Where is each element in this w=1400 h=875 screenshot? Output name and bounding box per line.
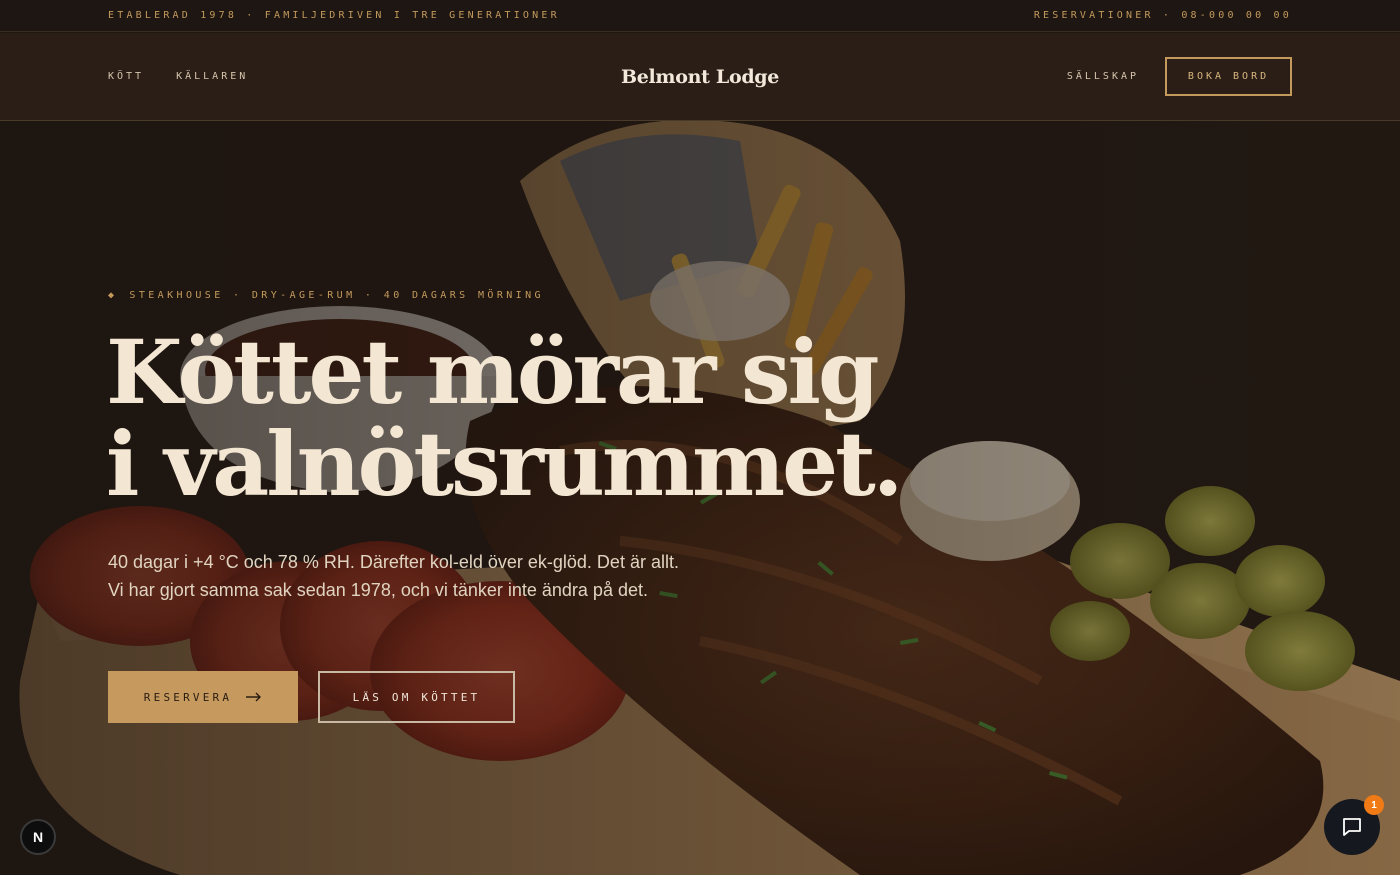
nav-link-kott[interactable]: KÖTT (108, 71, 144, 82)
nav-right: SÄLLSKAP BOKA BORD (779, 57, 1293, 96)
arrow-right-icon (246, 692, 262, 702)
nav-link-sallskap[interactable]: SÄLLSKAP (1067, 71, 1139, 82)
nav-left: KÖTT KÄLLAREN (108, 71, 621, 82)
diamond-icon: ◆ (108, 290, 118, 301)
chat-icon (1343, 818, 1361, 836)
main-nav: KÖTT KÄLLAREN Belmont Lodge SÄLLSKAP BOK… (0, 33, 1400, 121)
established-text: ETABLERAD 1978 · FAMILJEDRIVEN I TRE GEN… (108, 10, 560, 21)
hero-section: ◆ STEAKHOUSE · DRY-AGE-RUM · 40 DAGARS MÖ… (0, 121, 1400, 875)
nextjs-dev-badge[interactable]: N (20, 819, 56, 855)
headline-line-1: Köttet mörar sig (106, 320, 880, 424)
hero-lede: 40 dagar i +4 °C och 78 % RH. Därefter k… (108, 552, 679, 600)
hero-headline: Köttet mörar sig i valnötsrummet. (106, 326, 1006, 510)
headline-line-2: i valnötsrummet. (106, 412, 903, 516)
announcement-bar: ETABLERAD 1978 · FAMILJEDRIVEN I TRE GEN… (0, 0, 1400, 32)
nav-link-kallaren[interactable]: KÄLLAREN (176, 71, 248, 82)
chat-notification-badge: 1 (1364, 795, 1384, 815)
eyebrow-text: STEAKHOUSE · DRY-AGE-RUM · 40 DAGARS MÖR… (129, 290, 544, 301)
hero-eyebrow: ◆ STEAKHOUSE · DRY-AGE-RUM · 40 DAGARS MÖ… (108, 290, 544, 301)
book-table-button[interactable]: BOKA BORD (1165, 57, 1293, 96)
hero-cta-row: RESERVERA LÄS OM KÖTTET (108, 671, 515, 723)
reservations-phone[interactable]: RESERVATIONER · 08-000 00 00 (1034, 10, 1292, 21)
reserve-button-label: RESERVERA (143, 690, 233, 704)
reserve-button[interactable]: RESERVERA (108, 671, 298, 723)
read-about-meat-button[interactable]: LÄS OM KÖTTET (318, 671, 515, 723)
brand-logo[interactable]: Belmont Lodge (621, 66, 779, 88)
